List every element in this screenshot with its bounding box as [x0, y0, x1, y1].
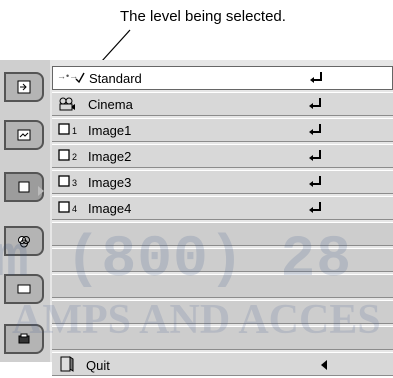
menu-item-image4[interactable]: 4 Image4 [52, 196, 393, 220]
active-indicator-arrow [38, 186, 44, 196]
menu-item-image1[interactable]: 1 Image1 [52, 118, 393, 142]
menu-item-label: Image1 [88, 123, 132, 138]
screen-icon [17, 284, 31, 294]
quit-icon [60, 356, 74, 372]
menu-item-image2[interactable]: 2 Image2 [52, 144, 393, 168]
menu-item-label: Cinema [88, 97, 133, 112]
menu-item-quit[interactable]: Quit [52, 352, 393, 376]
menu-item-label: Image2 [88, 149, 132, 164]
empty-row [52, 248, 393, 272]
image-number: 4 [72, 204, 78, 214]
image-icon [58, 201, 70, 213]
image-icon [58, 123, 70, 135]
image-select-icon [18, 181, 30, 193]
sidebar-button-input[interactable] [4, 72, 44, 102]
sidebar-button-settings[interactable] [4, 324, 44, 354]
empty-row [52, 326, 393, 350]
sidebar-button-screen[interactable] [4, 274, 44, 304]
enter-icon [309, 176, 321, 187]
enter-icon [309, 98, 321, 109]
menu-item-label: Image4 [88, 201, 132, 216]
menu-item-label: Image3 [88, 175, 132, 190]
settings-icon [18, 333, 30, 344]
check-icon [75, 72, 85, 84]
enter-icon [309, 124, 321, 135]
color-icon [18, 236, 30, 248]
cinema-icon [59, 97, 75, 111]
empty-row [52, 274, 393, 298]
empty-row [52, 300, 393, 324]
input-icon [17, 80, 31, 94]
empty-row [52, 222, 393, 246]
menu-list: →•→ Standard Cinema 1 Image1 2 Image2 3 … [52, 66, 393, 378]
image-number: 1 [72, 126, 78, 136]
menu-item-label: Standard [89, 71, 142, 86]
image-icon [58, 149, 70, 161]
menu-item-cinema[interactable]: Cinema [52, 92, 393, 116]
image-icon [58, 175, 70, 187]
image-number: 3 [72, 178, 78, 188]
enter-icon [309, 150, 321, 161]
enter-icon [310, 72, 322, 83]
enter-icon [309, 202, 321, 213]
image-number: 2 [72, 152, 78, 162]
menu-item-standard[interactable]: →•→ Standard [52, 66, 393, 90]
menu-item-image3[interactable]: 3 Image3 [52, 170, 393, 194]
sidebar-button-color[interactable] [4, 226, 44, 256]
sidebar [0, 60, 50, 362]
picture-adjust-icon [17, 129, 31, 141]
menu-item-label: Quit [86, 358, 110, 373]
sidebar-button-picture-adjust[interactable] [4, 120, 44, 150]
